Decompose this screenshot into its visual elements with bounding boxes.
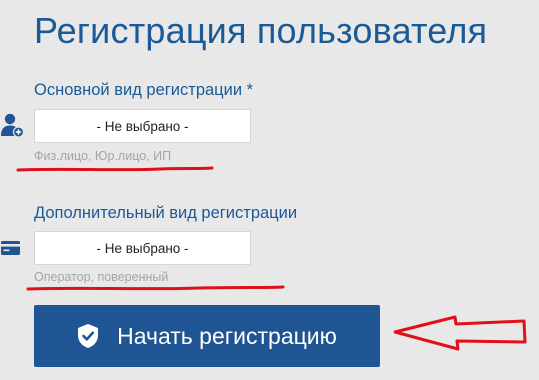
shield-check-icon [78, 324, 99, 348]
credit-card-icon [1, 241, 20, 255]
primary-registration-selected-value: - Не выбрано - [96, 118, 189, 134]
primary-registration-hint: Физ.лицо, Юр.лицо, ИП [34, 149, 172, 163]
annotation-underline-primary [16, 166, 214, 172]
primary-registration-label: Основной вид регистрации * [34, 81, 254, 99]
secondary-registration-label: Дополнительный вид регистрации [34, 204, 298, 222]
secondary-registration-hint: Оператор, поверенный [34, 270, 169, 284]
page-title: Регистрация пользователя [34, 10, 488, 51]
start-registration-label: Начать регистрацию [117, 322, 337, 349]
annotation-underline-secondary [26, 285, 285, 291]
annotation-arrow [393, 315, 527, 351]
secondary-registration-select[interactable]: - Не выбрано - [34, 231, 251, 265]
secondary-registration-selected-value: - Не выбрано - [96, 240, 189, 256]
primary-registration-select[interactable]: - Не выбрано - [34, 109, 251, 143]
start-registration-button[interactable]: Начать регистрацию [34, 305, 380, 367]
add-user-icon [1, 113, 24, 138]
